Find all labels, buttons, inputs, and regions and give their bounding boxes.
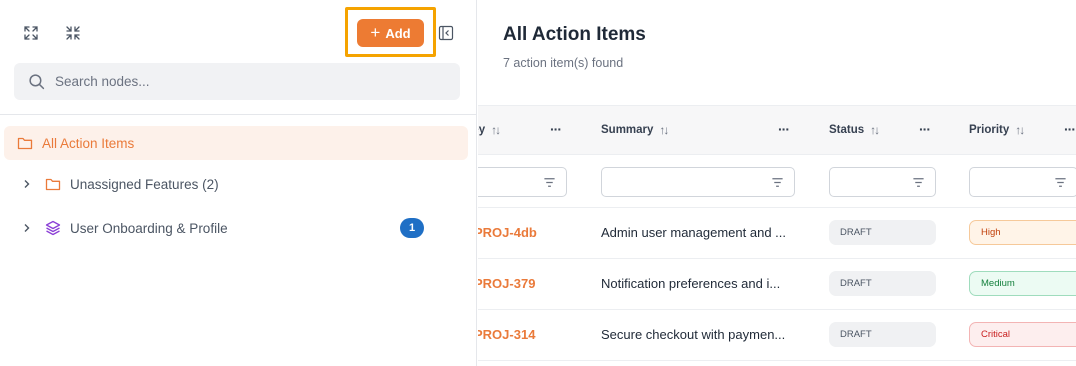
item-key-link[interactable]: PROJ-379 — [478, 276, 535, 291]
search-box[interactable] — [14, 63, 460, 100]
sort-icon[interactable]: ↑↓ — [491, 123, 501, 137]
column-header-summary[interactable]: Summary ↑↓ — [601, 123, 669, 137]
collapse-all-icon[interactable] — [64, 24, 82, 42]
filter-summary[interactable] — [601, 167, 795, 197]
filter-status[interactable] — [829, 167, 936, 197]
tree-item-label: All Action Items — [42, 135, 135, 151]
filter-key[interactable] — [478, 167, 567, 197]
sidebar: + Add All Action Items — [0, 0, 477, 366]
column-menu-icon[interactable]: ··· — [919, 121, 931, 137]
filter-priority[interactable] — [969, 167, 1076, 197]
status-badge: DRAFT — [829, 271, 936, 296]
search-input[interactable] — [55, 74, 435, 89]
add-button[interactable]: + Add — [357, 19, 424, 47]
folder-icon — [16, 134, 34, 152]
item-summary: Admin user management and ... — [601, 225, 786, 240]
table-row[interactable]: PROJ-379 Notification preferences and i.… — [478, 259, 1076, 310]
collapse-sidebar-icon[interactable] — [438, 25, 454, 41]
expand-all-icon[interactable] — [22, 24, 40, 42]
tree-item-all-action-items[interactable]: All Action Items — [4, 126, 468, 160]
divider — [0, 114, 477, 115]
layers-icon — [44, 219, 62, 237]
folder-icon — [44, 175, 62, 193]
result-count: 7 action item(s) found — [503, 56, 624, 70]
status-badge: DRAFT — [829, 220, 936, 245]
sort-icon[interactable]: ↑↓ — [659, 123, 669, 137]
column-header-key[interactable]: Key ↑↓ — [478, 123, 501, 137]
tree-item-unassigned-features[interactable]: Unassigned Features (2) — [4, 167, 468, 201]
app-root: + Add All Action Items — [0, 0, 1076, 366]
item-key-link[interactable]: PROJ-4db — [478, 225, 537, 240]
priority-badge: High — [969, 220, 1076, 245]
sort-icon[interactable]: ↑↓ — [1015, 123, 1025, 137]
column-header-priority[interactable]: Priority ↑↓ — [969, 123, 1025, 137]
main-content: All Action Items 7 action item(s) found … — [478, 0, 1076, 366]
item-key-link[interactable]: PROJ-314 — [478, 327, 535, 342]
table-row[interactable]: PROJ-4db Admin user management and ... D… — [478, 208, 1076, 259]
filter-row — [478, 156, 1076, 208]
filter-icon — [913, 178, 924, 187]
status-badge: DRAFT — [829, 322, 936, 347]
item-summary: Notification preferences and i... — [601, 276, 781, 291]
tree-item-label: User Onboarding & Profile — [70, 220, 228, 236]
table-row[interactable]: PROJ-314 Secure checkout with paymen... … — [478, 310, 1076, 361]
priority-badge: Medium — [969, 271, 1076, 296]
sort-icon[interactable]: ↑↓ — [870, 123, 880, 137]
column-menu-icon[interactable]: ··· — [1064, 121, 1076, 137]
page-title: All Action Items — [503, 24, 646, 45]
column-menu-icon[interactable]: ··· — [550, 121, 562, 137]
count-badge: 1 — [400, 218, 424, 238]
item-summary: Secure checkout with paymen... — [601, 327, 786, 342]
table-header: Key ↑↓ ··· Summary ↑↓ ··· Status ↑↓ ··· … — [478, 105, 1076, 155]
search-icon — [29, 74, 45, 90]
filter-icon — [1055, 178, 1066, 187]
filter-icon — [772, 178, 783, 187]
filter-icon — [544, 178, 555, 187]
column-header-status[interactable]: Status ↑↓ — [829, 123, 880, 137]
add-button-label: Add — [385, 25, 411, 41]
chevron-right-icon[interactable] — [20, 223, 34, 233]
priority-badge: Critical — [969, 322, 1076, 347]
column-menu-icon[interactable]: ··· — [778, 121, 790, 137]
chevron-right-icon[interactable] — [20, 179, 34, 189]
action-items-table: Key ↑↓ ··· Summary ↑↓ ··· Status ↑↓ ··· … — [478, 105, 1076, 366]
plus-icon: + — [370, 23, 381, 42]
tree-item-user-onboarding[interactable]: User Onboarding & Profile 1 — [4, 211, 468, 245]
tree-item-label: Unassigned Features (2) — [70, 176, 219, 192]
